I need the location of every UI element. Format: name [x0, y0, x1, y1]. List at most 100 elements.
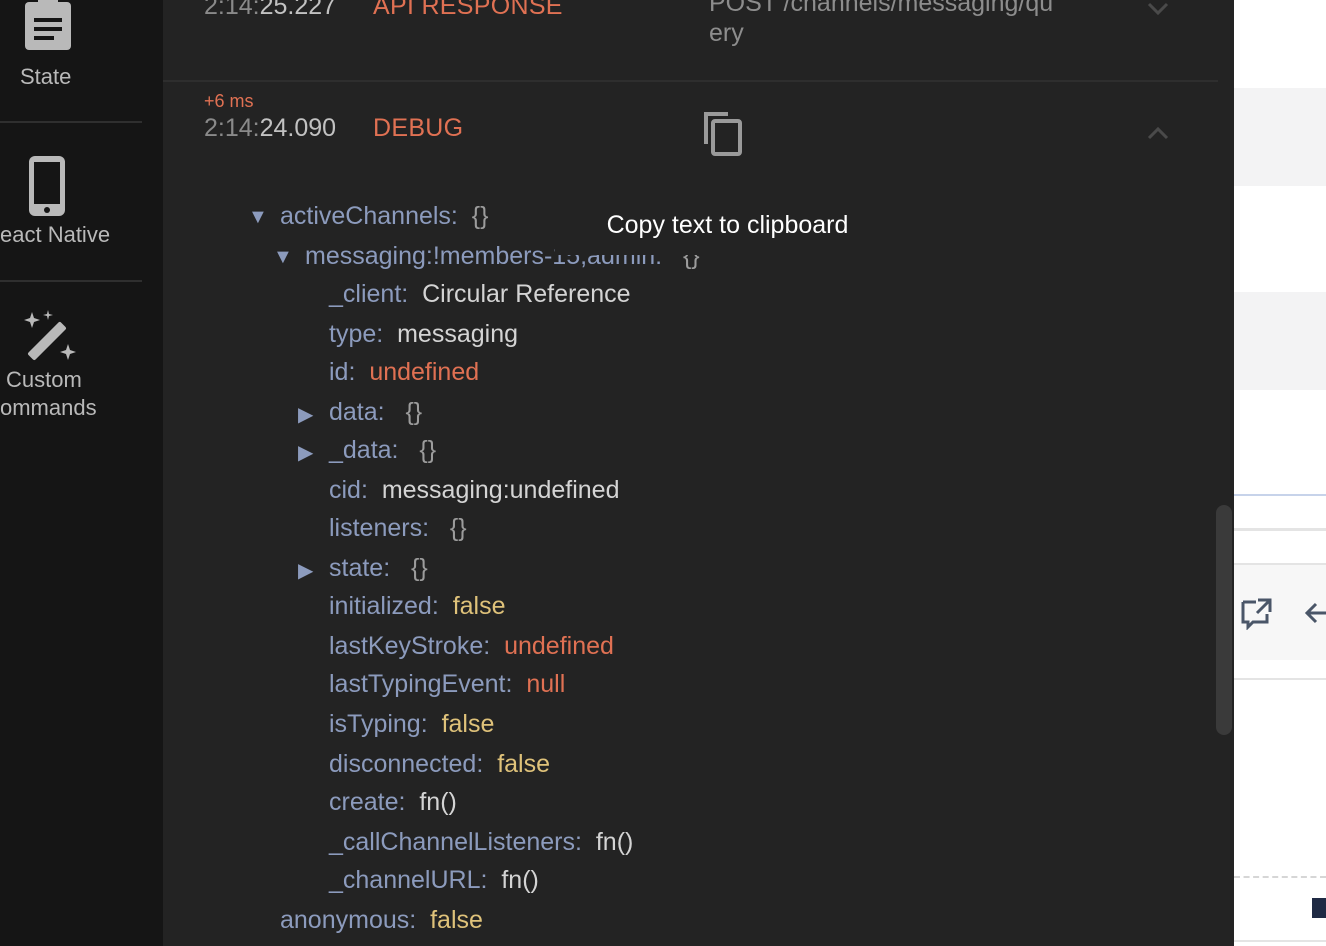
tree-key: _client: [329, 280, 409, 308]
tree-key: lastKeyStroke: [329, 632, 491, 660]
preview-dashed-divider [1234, 876, 1326, 878]
sidebar-item-label: State [20, 64, 72, 89]
tree-key: activeChannels: [280, 202, 458, 230]
tree-row: listeners: {} [329, 514, 467, 543]
tree-value: null [526, 670, 566, 698]
preview-band [1234, 88, 1326, 186]
tree-row: type: messaging [329, 320, 518, 349]
entry-delta-time: +6 ms [204, 91, 254, 111]
expand-toggle-collapsed[interactable]: ▶ [298, 558, 313, 583]
tree-value: undefined [369, 358, 480, 386]
clipboard-icon [25, 0, 71, 50]
chevron-down-icon[interactable] [1147, 2, 1169, 16]
tree-row: isTyping: false [329, 710, 494, 739]
preview-divider [1234, 678, 1326, 680]
tree-value: false [497, 750, 550, 778]
preview-divider [1234, 940, 1326, 942]
tree-key: _callChannelListeners: [329, 828, 582, 856]
tree-value: Circular Reference [422, 280, 631, 308]
sidebar: State eact Native Custom ommands [0, 0, 163, 946]
tree-value: {} [449, 514, 467, 542]
tree-row: _callChannelListeners: fn() [329, 828, 633, 857]
sidebar-item-label: eact Native [0, 222, 111, 247]
tree-key: state: [329, 554, 391, 582]
tree-key: type: [329, 320, 384, 348]
tree-key: id: [329, 358, 356, 386]
preview-divider [1234, 494, 1326, 496]
tree-row: lastKeyStroke: undefined [329, 632, 614, 661]
log-entry-api-response[interactable]: 2:14:25.227 API RESPONSE POST /channels/… [163, 0, 1218, 80]
tree-key: _channelURL: [329, 866, 488, 894]
chevron-up-icon[interactable] [1147, 126, 1169, 140]
expand-toggle-expanded[interactable]: ▼ [248, 206, 268, 229]
sidebar-item-react-native[interactable]: eact Native [0, 123, 142, 280]
tree-key: initialized: [329, 592, 439, 620]
entry-type-label: DEBUG [373, 114, 464, 142]
entry-type-label: API RESPONSE [373, 0, 563, 20]
entry-timestamp: 2:14:25.227 [204, 0, 336, 21]
tree-value: fn() [595, 828, 634, 856]
scrollbar-thumb[interactable] [1216, 505, 1232, 735]
tree-value: {} [471, 202, 489, 230]
tree-node-anonymous: anonymous: false [280, 906, 483, 935]
tree-row: create: fn() [329, 788, 457, 817]
entry-request-summary: POST /channels/messaging/qu ery [709, 0, 1109, 48]
tree-value: messaging:undefined [381, 476, 620, 504]
tree-value: fn() [501, 866, 539, 894]
timestamp-value: 24.090 [259, 114, 337, 142]
entry-timestamp: 2:14:24.090 [204, 114, 336, 143]
timestamp-dim: 2:14: [204, 0, 260, 20]
tree-key: disconnected: [329, 750, 484, 778]
sidebar-item-state[interactable]: State [0, 0, 142, 120]
app-preview-pane [1234, 0, 1326, 946]
tree-value: false [430, 906, 483, 934]
timestamp-value: 25.227 [259, 0, 337, 20]
tree-row: _data: {} [329, 436, 436, 465]
tree-row: disconnected: false [329, 750, 550, 779]
preview-composer-icon[interactable] [1312, 898, 1326, 918]
tree-row: lastTypingEvent: null [329, 670, 565, 699]
request-line-1: POST /channels/messaging/qu [709, 0, 1054, 17]
preview-divider [1234, 528, 1326, 531]
tree-row: _channelURL: fn() [329, 866, 539, 895]
tree-key: isTyping: [329, 710, 428, 738]
preview-band [1234, 292, 1326, 390]
sidebar-item-label-line2: ommands [0, 395, 97, 420]
expand-toggle-expanded[interactable]: ▼ [273, 246, 293, 269]
log-entry-debug[interactable]: +6 ms 2:14:24.090 DEBUG [163, 82, 1218, 172]
request-line-2: ery [709, 19, 744, 47]
copy-tooltip: Copy text to clipboard [555, 195, 900, 255]
expand-toggle-collapsed[interactable]: ▶ [298, 402, 313, 427]
tree-row: cid: messaging:undefined [329, 476, 619, 505]
tree-key: listeners: [329, 514, 430, 542]
tree-key: lastTypingEvent: [329, 670, 513, 698]
tree-key: anonymous: [280, 906, 417, 934]
tree-row: initialized: false [329, 592, 506, 621]
copy-icon[interactable] [700, 110, 742, 156]
open-thread-icon[interactable] [1240, 596, 1274, 630]
tree-row: _client: Circular Reference [329, 280, 631, 309]
tree-row: data: {} [329, 398, 422, 427]
tree-key: cid: [329, 476, 368, 504]
tree-key: _data: [329, 436, 399, 464]
tree-value: messaging [397, 320, 519, 348]
tree-value: fn() [419, 788, 457, 816]
tree-value: {} [411, 554, 428, 582]
tree-node-activeChannels: activeChannels: {} [280, 202, 489, 231]
sidebar-item-label-line1: Custom [6, 367, 82, 392]
tree-row: state: {} [329, 554, 428, 583]
tree-value: false [452, 592, 506, 620]
timeline-panel: 2:14:25.227 API RESPONSE POST /channels/… [163, 0, 1234, 946]
tree-row: id: undefined [329, 358, 479, 387]
sidebar-item-custom-commands[interactable]: Custom ommands [0, 282, 142, 432]
tree-key: create: [329, 788, 406, 816]
timestamp-dim: 2:14: [204, 114, 260, 142]
tree-value: {} [419, 436, 437, 464]
magic-wand-icon [24, 310, 76, 360]
tree-value: {} [405, 398, 423, 426]
tree-value: undefined [504, 632, 614, 660]
expand-toggle-collapsed[interactable]: ▶ [298, 440, 313, 465]
tree-value: false [441, 710, 495, 738]
tree-key: data: [329, 398, 385, 426]
arrow-left-icon[interactable] [1304, 600, 1326, 626]
